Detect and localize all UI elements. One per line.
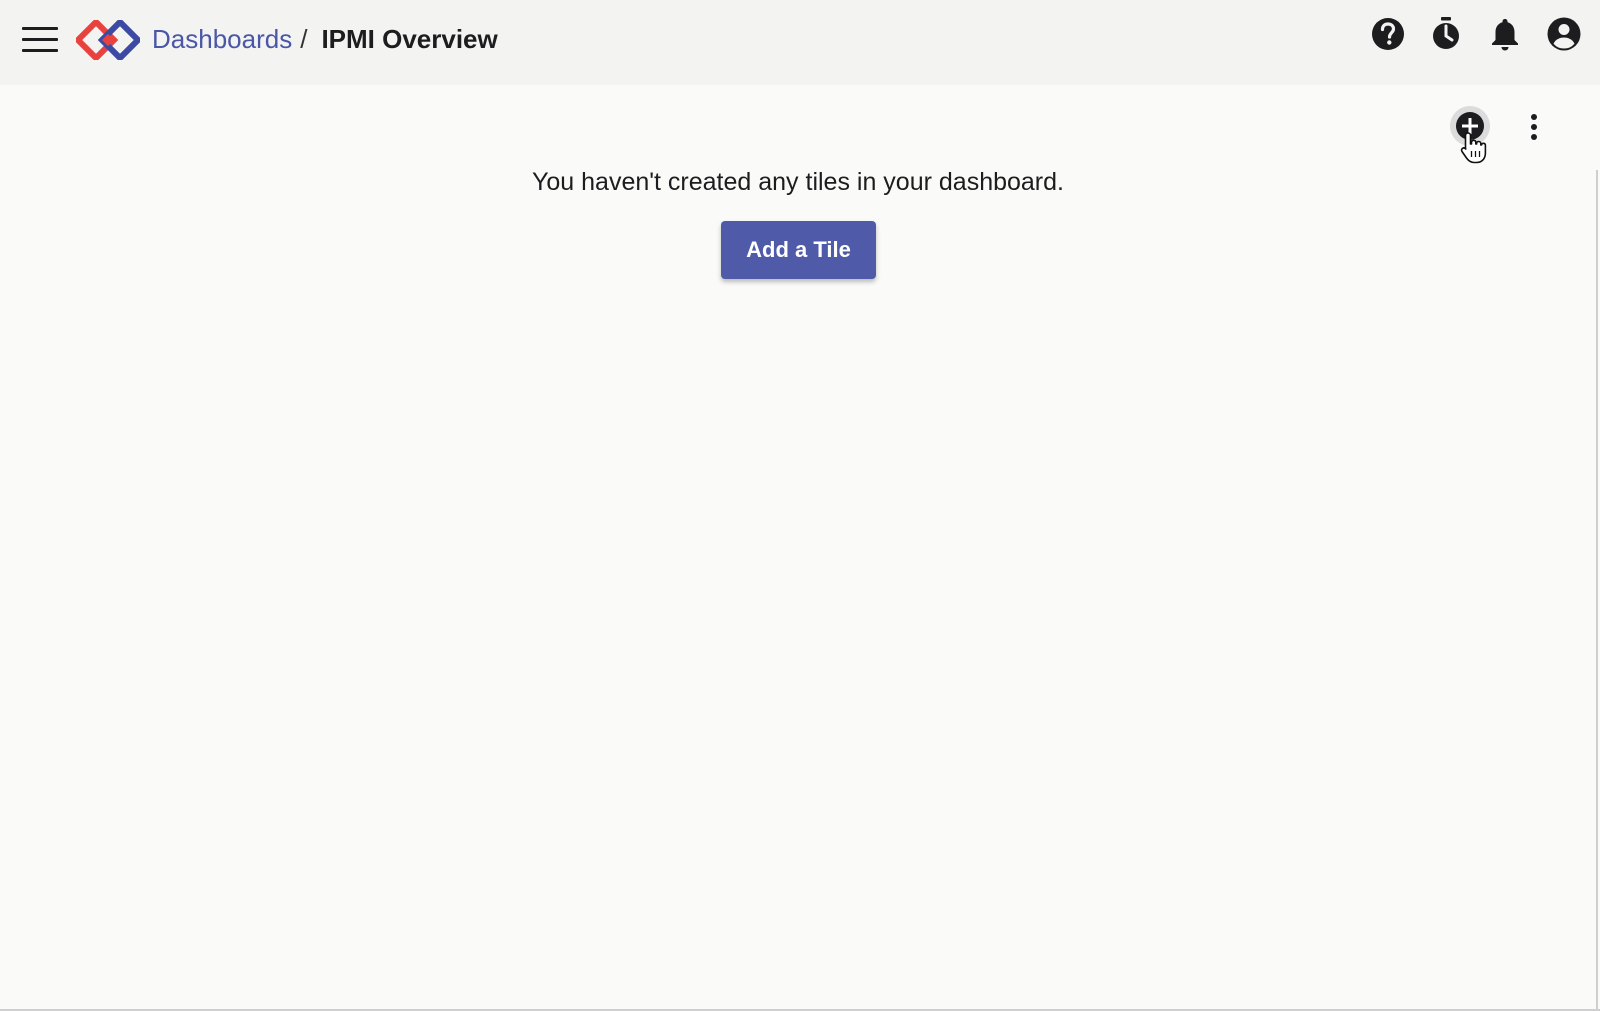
- page-title: IPMI Overview: [321, 24, 498, 54]
- more-dot: [1531, 134, 1537, 140]
- add-tile-button[interactable]: Add a Tile: [721, 221, 876, 279]
- logo-icon[interactable]: [76, 20, 140, 60]
- menu-icon-bar: [22, 38, 58, 41]
- breadcrumb-dashboards-link[interactable]: Dashboards: [152, 21, 292, 57]
- top-app-bar: Dashboards / IPMI Overview: [0, 0, 1600, 85]
- content-right-border: [1596, 170, 1598, 1011]
- add-circle-icon: [1456, 112, 1484, 140]
- account-icon[interactable]: [1546, 16, 1582, 52]
- timer-icon[interactable]: [1428, 16, 1464, 52]
- menu-icon-bar: [22, 49, 58, 52]
- more-dot: [1531, 114, 1537, 120]
- menu-icon[interactable]: [22, 27, 58, 53]
- breadcrumb-separator: /: [300, 24, 308, 54]
- app-root: Dashboards / IPMI Overview You haven't c…: [0, 0, 1600, 1011]
- bell-icon[interactable]: [1487, 16, 1523, 52]
- empty-state-message: You haven't created any tiles in your da…: [532, 168, 1064, 196]
- help-icon[interactable]: [1370, 16, 1406, 52]
- breadcrumb: Dashboards / IPMI Overview: [152, 21, 498, 57]
- menu-icon-bar: [22, 27, 58, 30]
- more-dot: [1531, 124, 1537, 130]
- add-tile-icon-button[interactable]: [1450, 106, 1490, 146]
- more-vert-icon[interactable]: [1524, 110, 1544, 144]
